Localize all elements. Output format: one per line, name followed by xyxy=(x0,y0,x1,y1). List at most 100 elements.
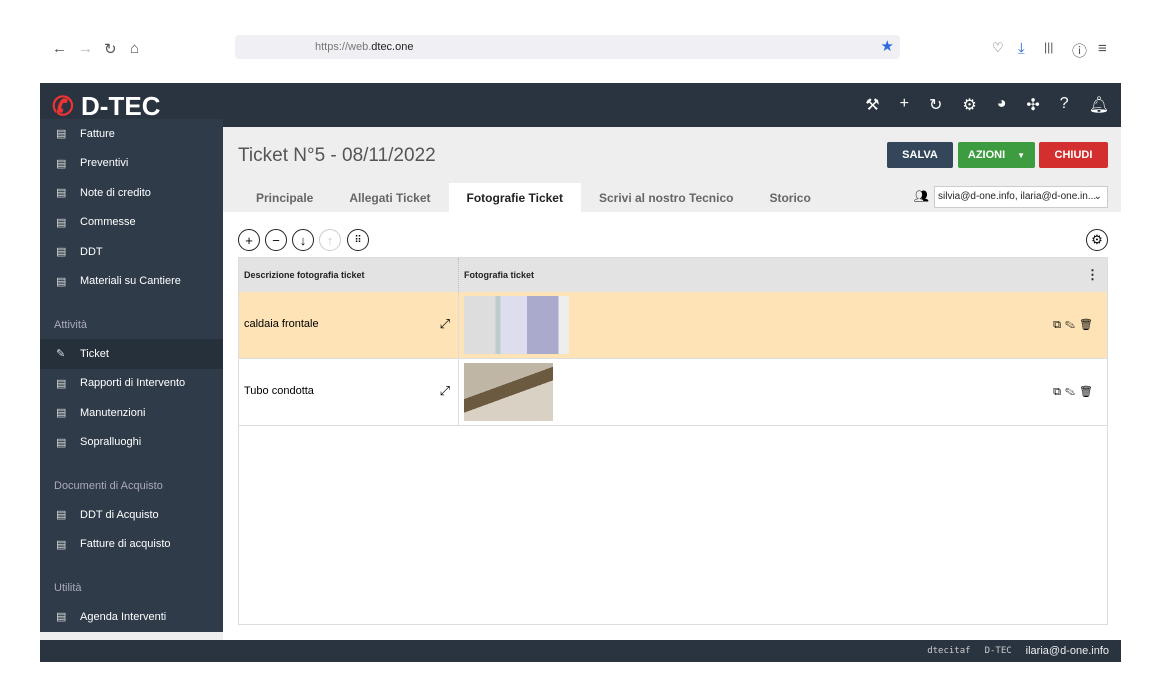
home-icon[interactable]: ⌂ xyxy=(130,40,139,57)
add-icon[interactable]: + xyxy=(900,95,909,115)
bell-icon[interactable]: 🔔︎ xyxy=(1089,95,1109,115)
photo-thumbnail[interactable] xyxy=(464,363,553,421)
sidebar-item[interactable]: ▤ Manutenzioni xyxy=(40,398,223,428)
sidebar-item[interactable]: ▤ DDT xyxy=(40,237,223,267)
sidebar-item[interactable]: ▤ Commesse xyxy=(40,208,223,238)
app: ✆ D-TEC ⚒ + ↻ ⚙ ◕ ✣ ? 🔔︎ ▤ Fatture ▤ Preven… xyxy=(40,83,1121,662)
sidebar-item-label: Note di credito xyxy=(80,186,151,199)
sidebar-section: Utilità xyxy=(54,582,82,594)
users-select[interactable]: silvia@d-one.info, ilaria@d-one.in... ⌄ xyxy=(934,186,1108,208)
tab[interactable]: Scrivi al nostro Tecnico xyxy=(581,183,751,212)
sidebar-item-label: Manutenzioni xyxy=(80,406,146,419)
document-icon: ▤ xyxy=(56,436,67,449)
edit-icon[interactable]: ✎ xyxy=(1065,319,1079,331)
delete-icon[interactable]: 🗑︎ xyxy=(1079,386,1097,398)
sync-icon[interactable]: ↻ xyxy=(929,95,942,115)
photo-description: caldaia frontale xyxy=(244,318,319,330)
tab[interactable]: Storico xyxy=(751,183,828,212)
sidebar-item[interactable]: ▤ Preventivi xyxy=(40,149,223,179)
magic-wand-icon[interactable]: ⚒ xyxy=(865,95,879,115)
sidebar-item-label: Commesse xyxy=(80,216,136,229)
url-prefix: https://web. xyxy=(315,41,372,53)
document-icon: ▤ xyxy=(56,216,67,229)
sidebar-item[interactable]: ▤ Agenda Interventi xyxy=(40,602,223,632)
sidebar-item-label: Rapporti di Intervento xyxy=(80,377,186,390)
forward-icon[interactable]: → xyxy=(78,40,93,57)
document-icon: ▤ xyxy=(56,377,67,390)
sidebar-item[interactable]: ▤Scadenziario xyxy=(40,632,223,633)
help-icon[interactable]: ? xyxy=(1060,95,1069,115)
expand-icon[interactable]: ⤢ xyxy=(440,383,450,399)
pie-chart-icon[interactable]: ◕ xyxy=(997,95,1007,115)
tab[interactable]: Fotografie Ticket xyxy=(448,183,581,212)
add-icon[interactable]: + xyxy=(238,229,260,251)
footer-app: D-TEC xyxy=(984,646,1012,656)
document-icon: ▤ xyxy=(56,509,67,522)
download-icon[interactable]: ↓ xyxy=(292,229,314,251)
page-title: Ticket N°5 - 08/11/2022 xyxy=(238,145,436,166)
open-external-icon[interactable]: ⧉ xyxy=(1053,319,1065,331)
pocket-icon[interactable]: ♡ xyxy=(992,40,1004,56)
column-header-photo[interactable]: Fotografia ticket xyxy=(459,258,1078,292)
edit-icon[interactable]: ✎ xyxy=(1065,386,1079,398)
sidebar-item[interactable]: ▤ Sopralluoghi xyxy=(40,428,223,458)
photo-grid: Descrizione fotografia ticket Fotografia … xyxy=(238,257,1108,625)
library-icon[interactable]: ||| xyxy=(1044,40,1053,54)
bookmark-star-icon[interactable]: ★ xyxy=(881,37,894,55)
gear-icon[interactable]: ⚙ xyxy=(962,95,976,115)
sidebar-item[interactable]: ▤ Materiali su Cantiere xyxy=(40,267,223,297)
sidebar-item[interactable]: ▤ Fatture di acquisto xyxy=(40,530,223,560)
sidebar-item[interactable]: ✎ Ticket xyxy=(40,339,223,369)
document-icon: ▤ xyxy=(56,611,67,624)
info-icon[interactable]: ⓘ xyxy=(1072,40,1087,61)
sidebar-item[interactable]: ▤ Note di credito xyxy=(40,178,223,208)
settings-icon[interactable]: ⚙ xyxy=(1086,229,1108,251)
close-button[interactable]: CHIUDI xyxy=(1039,142,1108,168)
tab[interactable]: Allegati Ticket xyxy=(331,183,448,212)
table-row[interactable]: caldaia frontale ⤢ ⧉✎🗑︎ xyxy=(239,292,1107,359)
sidebar-item-label: Agenda Interventi xyxy=(80,610,167,623)
document-icon: ▤ xyxy=(56,246,67,259)
caret-down-icon: ▼ xyxy=(1017,150,1026,160)
back-icon[interactable]: ← xyxy=(52,40,67,57)
sidebar-item[interactable]: ▤ DDT di Acquisto xyxy=(40,500,223,530)
puzzle-icon[interactable]: ✣ xyxy=(1026,95,1039,115)
sidebar-item-label: Sopralluoghi xyxy=(80,436,142,449)
sidebar-item-label: Materiali su Cantiere xyxy=(80,275,181,288)
sidebar-item-label: Fatture di acquisto xyxy=(80,538,171,551)
delete-icon[interactable]: 🗑︎ xyxy=(1079,319,1097,331)
footer: dtecitaf D-TEC ilaria@d-one.info xyxy=(40,640,1121,662)
actions-button[interactable]: AZIONI ▼ xyxy=(958,142,1035,168)
sidebar-section: Attività xyxy=(54,319,88,331)
document-icon: ▤ xyxy=(56,128,67,141)
upload-icon[interactable]: ↑ xyxy=(319,229,341,251)
sidebar-item[interactable]: ▤ Fatture xyxy=(40,119,223,149)
column-header-description[interactable]: Descrizione fotografia ticket xyxy=(239,258,459,292)
open-external-icon[interactable]: ⧉ xyxy=(1053,386,1065,398)
sidebar: ▤ Fatture ▤ Preventivi ▤ Note di credito ▤ Comm… xyxy=(40,119,223,632)
remove-icon[interactable]: − xyxy=(265,229,287,251)
reload-icon[interactable]: ↻ xyxy=(104,40,117,58)
document-icon: ▤ xyxy=(56,187,67,200)
document-icon: ▤ xyxy=(56,275,67,288)
sidebar-item-label: Fatture xyxy=(80,127,115,140)
menu-icon[interactable]: ≡ xyxy=(1098,40,1107,57)
photo-thumbnail[interactable] xyxy=(464,296,569,354)
url-domain: dtec.one xyxy=(371,41,414,53)
expand-icon[interactable]: ⤢ xyxy=(440,316,450,332)
sidebar-section: Documenti di Acquisto xyxy=(54,480,163,492)
logo[interactable]: ✆ D-TEC xyxy=(52,91,160,122)
sidebar-item-label: Preventivi xyxy=(80,157,129,170)
tab[interactable]: Principale xyxy=(238,183,331,212)
download-icon[interactable]: ⤓ xyxy=(1018,40,1025,57)
column-menu-icon[interactable]: ⋮ xyxy=(1078,258,1107,292)
grid-icon[interactable]: ⠿ xyxy=(347,229,369,251)
footer-db: dtecitaf xyxy=(927,646,971,656)
table-row[interactable]: Tubo condotta ⤢ ⧉✎🗑︎ xyxy=(239,359,1107,426)
url-bar[interactable]: https://web.dtec.one ★ xyxy=(235,35,900,59)
save-button[interactable]: SALVA xyxy=(887,142,953,168)
document-icon: ▤ xyxy=(56,407,67,420)
sidebar-item[interactable]: ▤ Rapporti di Intervento xyxy=(40,369,223,399)
photo-panel: + − ↓ ↑ ⠿ ⚙ Descrizione fotografia ticke… xyxy=(223,212,1121,640)
main: Ticket N°5 - 08/11/2022 SALVA AZIONI ▼ CH… xyxy=(223,127,1121,640)
